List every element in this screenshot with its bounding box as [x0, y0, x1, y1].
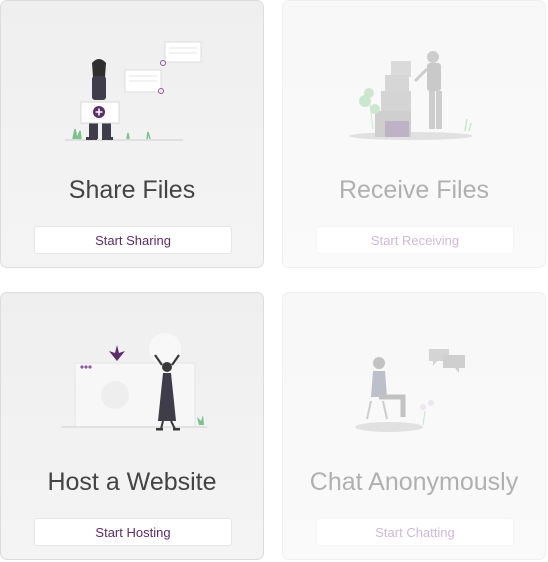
share-files-card: Share Files Start Sharing — [0, 0, 264, 268]
share-files-illustration — [65, 41, 202, 141]
chat-anonymously-illustration — [355, 349, 465, 432]
start-chatting-button[interactable]: Start Chatting — [316, 518, 514, 546]
host-website-card: Host a Website Start Hosting — [0, 292, 264, 560]
host-website-title: Host a Website — [47, 468, 217, 496]
start-receiving-button[interactable]: Start Receiving — [316, 226, 514, 254]
host-website-illustration — [61, 333, 207, 431]
start-sharing-button[interactable]: Start Sharing — [34, 226, 232, 254]
receive-files-card: Receive Files Start Receiving — [282, 0, 546, 268]
receive-files-illustration — [349, 51, 473, 140]
start-hosting-button[interactable]: Start Hosting — [34, 518, 232, 546]
chat-anonymously-title: Chat Anonymously — [309, 468, 519, 496]
receive-files-title: Receive Files — [338, 176, 490, 204]
share-files-title: Share Files — [68, 176, 196, 204]
chat-anonymously-card: Chat Anonymously Start Chatting — [282, 292, 546, 560]
